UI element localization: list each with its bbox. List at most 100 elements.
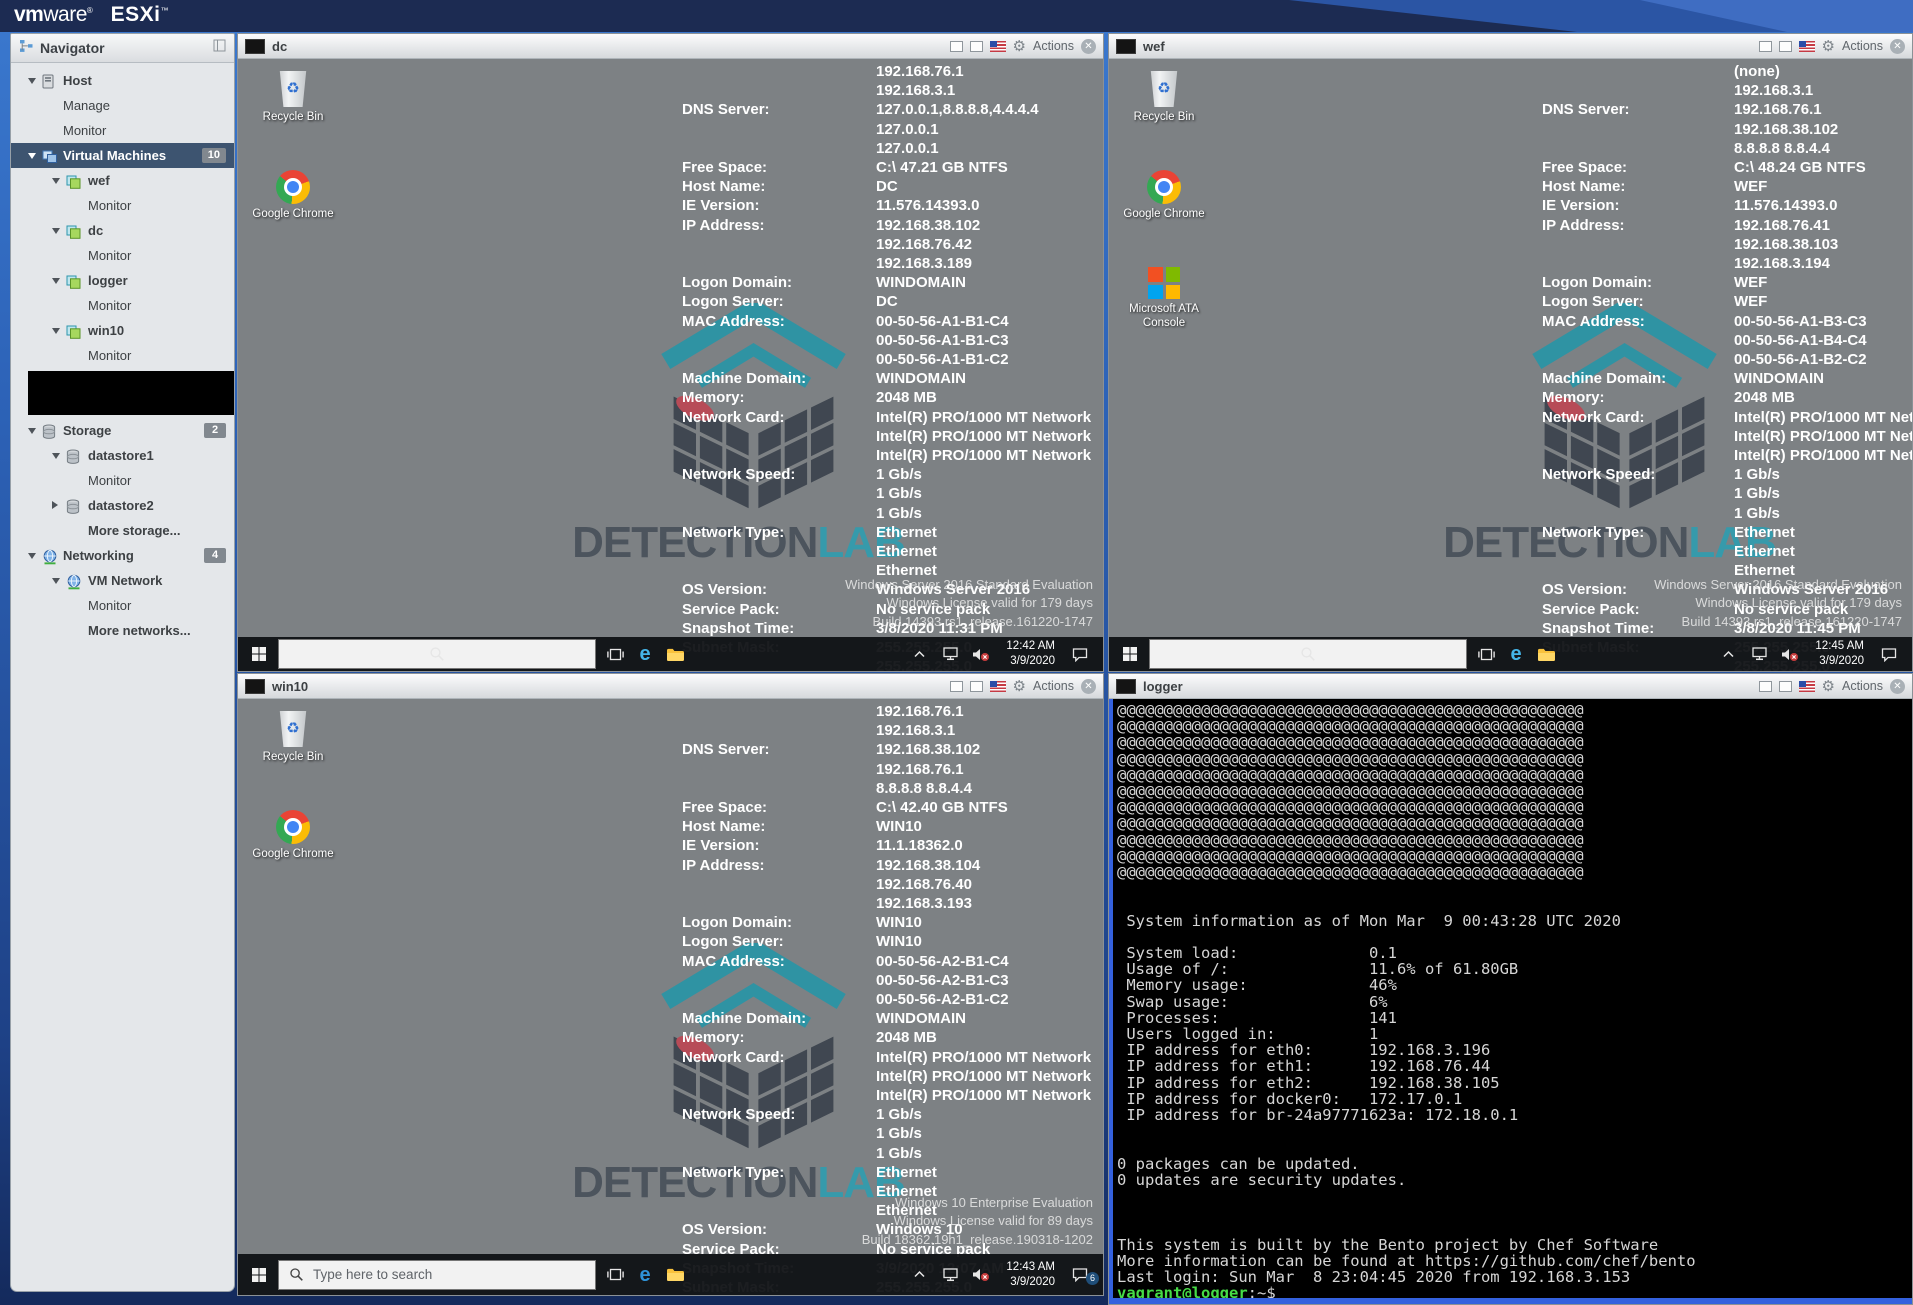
settings-gear-icon[interactable]: ⚙ bbox=[1822, 679, 1835, 694]
panel-header-wef[interactable]: wef ⚙ Actions ✕ bbox=[1109, 34, 1912, 59]
close-icon[interactable]: ✕ bbox=[1081, 679, 1096, 694]
close-icon[interactable]: ✕ bbox=[1890, 679, 1905, 694]
sidebar-item-more-storage[interactable]: More storage... bbox=[11, 518, 234, 543]
caret-down-icon[interactable] bbox=[28, 153, 36, 159]
actions-menu[interactable]: Actions bbox=[1033, 679, 1074, 693]
sidebar-item-virtual-machines[interactable]: Virtual Machines10 bbox=[11, 143, 234, 168]
task-view-icon[interactable] bbox=[600, 1254, 630, 1295]
vm-screen-win10[interactable]: Recycle BinGoogle ChromeDETECTIONLAB192.… bbox=[238, 699, 1103, 1295]
sidebar-item-monitor[interactable]: Monitor bbox=[11, 193, 234, 218]
maximize-pane-icon[interactable] bbox=[1779, 41, 1792, 52]
actions-menu[interactable]: Actions bbox=[1033, 39, 1074, 53]
folder-icon[interactable] bbox=[660, 1254, 690, 1295]
network-icon[interactable] bbox=[935, 647, 965, 661]
desktop-icon-recycle-bin[interactable]: Recycle Bin bbox=[250, 71, 336, 124]
search-icon[interactable] bbox=[278, 639, 596, 669]
folder-icon[interactable] bbox=[660, 637, 690, 671]
sidebar-item-more-networks[interactable]: More networks... bbox=[11, 618, 234, 643]
vm-screen-dc[interactable]: Recycle BinGoogle ChromeDETECTIONLAB192.… bbox=[238, 59, 1103, 671]
desktop-icon-recycle-bin[interactable]: Recycle Bin bbox=[1121, 71, 1207, 124]
maximize-pane-icon[interactable] bbox=[970, 681, 983, 692]
volume-muted-icon[interactable] bbox=[1775, 647, 1805, 662]
pin-panel-icon[interactable] bbox=[213, 39, 226, 57]
caret-down-icon[interactable] bbox=[52, 228, 60, 234]
caret-down-icon[interactable] bbox=[52, 578, 60, 584]
caret-right-icon[interactable] bbox=[52, 501, 58, 509]
search-icon[interactable] bbox=[1149, 639, 1467, 669]
sidebar-item-networking[interactable]: Networking4 bbox=[11, 543, 234, 568]
volume-muted-icon[interactable] bbox=[966, 647, 996, 662]
chevron-up-icon[interactable] bbox=[904, 650, 934, 659]
panel-header-win10[interactable]: win10 ⚙ Actions ✕ bbox=[238, 674, 1103, 699]
start-icon[interactable] bbox=[244, 637, 274, 671]
start-icon[interactable] bbox=[1115, 637, 1145, 671]
panel-header-logger[interactable]: logger ⚙ Actions ✕ bbox=[1109, 674, 1912, 699]
keyboard-layout-flag-icon[interactable] bbox=[1799, 681, 1815, 692]
settings-gear-icon[interactable]: ⚙ bbox=[1013, 39, 1026, 54]
keyboard-layout-flag-icon[interactable] bbox=[990, 681, 1006, 692]
sidebar-item-logger[interactable]: logger bbox=[11, 268, 234, 293]
sidebar-item-monitor[interactable]: Monitor bbox=[11, 243, 234, 268]
caret-down-icon[interactable] bbox=[28, 553, 36, 559]
chevron-up-icon[interactable] bbox=[1713, 650, 1743, 659]
ie-icon[interactable]: e bbox=[630, 637, 660, 671]
sidebar-item-manage[interactable]: Manage bbox=[11, 93, 234, 118]
settings-gear-icon[interactable]: ⚙ bbox=[1013, 679, 1026, 694]
sidebar-item-monitor[interactable]: Monitor bbox=[11, 593, 234, 618]
caret-down-icon[interactable] bbox=[28, 78, 36, 84]
sidebar-item-monitor[interactable]: Monitor bbox=[11, 343, 234, 368]
notification-icon[interactable]: 6 bbox=[1065, 1267, 1095, 1282]
actions-menu[interactable]: Actions bbox=[1842, 39, 1883, 53]
desktop-icon-microsoft-ata-console[interactable]: Microsoft ATA Console bbox=[1121, 267, 1207, 329]
sidebar-item-vm-network[interactable]: VM Network bbox=[11, 568, 234, 593]
actions-menu[interactable]: Actions bbox=[1842, 679, 1883, 693]
sidebar-item-storage[interactable]: Storage2 bbox=[11, 418, 234, 443]
notification-icon[interactable] bbox=[1065, 647, 1095, 662]
caret-down-icon[interactable] bbox=[52, 453, 60, 459]
sidebar-item-monitor[interactable]: Monitor bbox=[11, 468, 234, 493]
caret-down-icon[interactable] bbox=[52, 278, 60, 284]
sidebar-item-dc[interactable]: dc bbox=[11, 218, 234, 243]
restore-pane-icon[interactable] bbox=[950, 41, 963, 52]
task-view-icon[interactable] bbox=[1471, 637, 1501, 671]
sidebar-item-win10[interactable]: win10 bbox=[11, 318, 234, 343]
chevron-up-icon[interactable] bbox=[904, 1270, 934, 1279]
desktop-icon-google-chrome[interactable]: Google Chrome bbox=[250, 170, 336, 221]
restore-pane-icon[interactable] bbox=[1759, 681, 1772, 692]
maximize-pane-icon[interactable] bbox=[970, 41, 983, 52]
sidebar-item-monitor[interactable]: Monitor bbox=[11, 118, 234, 143]
bginfo-values: C:\ 48.24 GB NTFS bbox=[1734, 158, 1866, 177]
start-icon[interactable] bbox=[244, 1254, 274, 1295]
task-view-icon[interactable] bbox=[600, 637, 630, 671]
sidebar-item-datastore2[interactable]: datastore2 bbox=[11, 493, 234, 518]
network-icon[interactable] bbox=[935, 1268, 965, 1282]
edge-icon[interactable]: e bbox=[630, 1254, 660, 1295]
restore-pane-icon[interactable] bbox=[950, 681, 963, 692]
desktop-icon-google-chrome[interactable]: Google Chrome bbox=[250, 810, 336, 861]
maximize-pane-icon[interactable] bbox=[1779, 681, 1792, 692]
sidebar-item-wef[interactable]: wef bbox=[11, 168, 234, 193]
volume-muted-icon[interactable] bbox=[966, 1267, 996, 1282]
caret-down-icon[interactable] bbox=[28, 428, 36, 434]
sidebar-item-datastore1[interactable]: datastore1 bbox=[11, 443, 234, 468]
restore-pane-icon[interactable] bbox=[1759, 41, 1772, 52]
vm-screen-logger[interactable]: @@@@@@@@@@@@@@@@@@@@@@@@@@@@@@@@@@@@@@@@… bbox=[1109, 699, 1912, 1304]
close-icon[interactable]: ✕ bbox=[1890, 39, 1905, 54]
caret-down-icon[interactable] bbox=[52, 328, 60, 334]
folder-icon[interactable] bbox=[1531, 637, 1561, 671]
panel-header-dc[interactable]: dc ⚙ Actions ✕ bbox=[238, 34, 1103, 59]
close-icon[interactable]: ✕ bbox=[1081, 39, 1096, 54]
sidebar-item-monitor[interactable]: Monitor bbox=[11, 293, 234, 318]
caret-down-icon[interactable] bbox=[52, 178, 60, 184]
vm-screen-wef[interactable]: Recycle Bin Google Chrome Microsoft ATA Co… bbox=[1109, 59, 1912, 671]
sidebar-item-host[interactable]: Host bbox=[11, 68, 234, 93]
keyboard-layout-flag-icon[interactable] bbox=[990, 41, 1006, 52]
notification-icon[interactable] bbox=[1874, 647, 1904, 662]
keyboard-layout-flag-icon[interactable] bbox=[1799, 41, 1815, 52]
settings-gear-icon[interactable]: ⚙ bbox=[1822, 39, 1835, 54]
ie-icon[interactable]: e bbox=[1501, 637, 1531, 671]
desktop-icon-google-chrome[interactable]: Google Chrome bbox=[1121, 170, 1207, 221]
network-icon[interactable] bbox=[1744, 647, 1774, 661]
desktop-icon-recycle-bin[interactable]: Recycle Bin bbox=[250, 711, 336, 764]
taskbar-search-input[interactable]: Type here to search bbox=[278, 1260, 596, 1290]
